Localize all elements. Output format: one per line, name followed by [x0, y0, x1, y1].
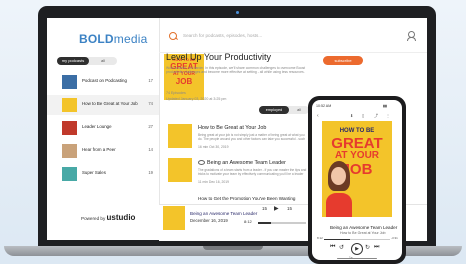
back-icon[interactable]: ‹	[317, 113, 319, 119]
episode-title[interactable]: Being an Awesome Team Leader	[198, 160, 286, 166]
user-icon[interactable]	[407, 31, 416, 41]
podcast-title: Level Up Your Productivity	[166, 52, 272, 62]
sidebar-item-count: 74	[148, 101, 153, 106]
phone-play-button[interactable]: ▶	[351, 243, 363, 255]
player-progress[interactable]	[258, 222, 306, 224]
tab-my-podcasts[interactable]: my podcasts	[57, 57, 89, 65]
episode-title[interactable]: How to Be Great at Your Job	[198, 125, 266, 131]
brand-logo[interactable]: BOLDmedia	[79, 32, 147, 46]
sidebar: BOLDmedia my podcasts all Podcast on Pod…	[47, 18, 160, 240]
sidebar-item-count: 27	[148, 124, 153, 129]
episode-description: Being great at your job is not simply ju…	[198, 133, 306, 142]
podcast-thumbnail	[62, 75, 77, 89]
play-button[interactable]: ▶	[274, 205, 279, 212]
sidebar-item-count: 17	[148, 78, 153, 83]
phone-progress[interactable]	[324, 239, 390, 241]
player-progress-fill	[258, 222, 272, 224]
more-icon[interactable]: ⋮	[386, 113, 390, 118]
phone-time-start: 8:12	[317, 236, 323, 240]
sidebar-item-how-to-be-great[interactable]: How to Be Great at Your Job 74	[47, 95, 159, 115]
sidebar-item-label: Podcast on Podcasting	[82, 78, 127, 83]
player-thumbnail	[163, 206, 185, 230]
podcast-thumbnail	[62, 144, 77, 158]
episode-thumbnail	[168, 158, 192, 182]
phone-rewind-icon[interactable]: ↺	[339, 244, 344, 251]
skip-back-button[interactable]: 15	[262, 206, 267, 211]
eye-icon	[198, 160, 205, 166]
sidebar-item-hear-from-a-peer[interactable]: Hear from a Peer 14	[47, 141, 159, 161]
phone-progress-fill	[324, 239, 351, 241]
updated-date: Updated January 03, 2020 at 3:25 pm	[166, 97, 227, 101]
podcast-description: Work smarter, not harder. In this episod…	[166, 66, 306, 75]
podcast-thumbnail	[62, 98, 77, 112]
subscribe-button[interactable]: subscribe	[323, 56, 363, 65]
share-icon[interactable]: ⤴	[374, 113, 378, 119]
sidebar-item-leader-lounge[interactable]: Leader Lounge 27	[47, 118, 159, 138]
bookmark-icon[interactable]: ▯	[362, 113, 364, 118]
phone-prev-icon[interactable]: ⏮	[330, 244, 335, 251]
powered-by: Powered by ustudio	[81, 213, 136, 222]
episode-meta: 16 min Oct 30, 2019	[198, 145, 229, 149]
player-date: December 16, 2019	[190, 218, 228, 223]
sidebar-item-label: Leader Lounge	[82, 124, 112, 129]
elapsed-time: 8:12	[244, 219, 252, 224]
download-icon[interactable]: ⬇	[350, 113, 353, 118]
search-icon[interactable]	[169, 32, 177, 40]
phone-next-icon[interactable]: ⏭	[374, 244, 379, 251]
sidebar-item-podcast-on-podcasting[interactable]: Podcast on Podcasting 17	[47, 72, 159, 92]
episode-thumbnail	[168, 124, 192, 148]
phone-status-time: 10:52 AM	[316, 104, 332, 108]
phone-podcast-name: How to Be Great at Your Job	[340, 231, 386, 235]
tab-all[interactable]: all	[91, 57, 115, 65]
search-input[interactable]: Search for podcasts, episodes, hosts...	[183, 33, 262, 38]
episode-description: The gradations of a team starts from a l…	[198, 168, 307, 177]
phone-time-end: -3:31	[391, 236, 398, 240]
episode-meta: 11 min Dec 16, 2019	[198, 180, 230, 184]
player-title: Being an Awesome Team Leader	[190, 211, 258, 216]
sidebar-item-label: Hear from a Peer	[82, 147, 116, 152]
episode-count: 74 Episodes	[166, 91, 186, 95]
sidebar-item-label: How to Be Great at Your Job	[82, 101, 138, 106]
top-bar: Search for podcasts, episodes, hosts...	[159, 18, 427, 53]
phone-cover-art: HOW TO BE GREAT AT YOUR JOB	[322, 121, 392, 217]
laptop-notch	[203, 246, 263, 250]
ustudio-logo: ustudio	[106, 213, 136, 222]
skip-forward-button[interactable]: 15	[287, 206, 292, 211]
podcast-thumbnail	[62, 167, 77, 181]
sidebar-item-count: 19	[148, 170, 153, 175]
podcast-filter-tabs: my podcasts all	[57, 57, 117, 65]
phone-episode-title: Being an Awesome Team Leader	[330, 225, 398, 230]
tab-employed[interactable]: employed	[259, 106, 289, 114]
tab-all-episodes[interactable]: all	[291, 106, 307, 114]
sidebar-item-count: 14	[148, 147, 153, 152]
podcast-thumbnail	[62, 121, 77, 135]
phone-forward-icon[interactable]: ↻	[365, 244, 370, 251]
phone-signal-icon: ▮▮	[383, 104, 387, 108]
episode-filter-tabs: employed all	[259, 106, 309, 114]
episode-title[interactable]: How to Get the Promotion You've Been Wan…	[198, 196, 296, 201]
webcam	[236, 11, 239, 14]
sidebar-item-label: Super Sales	[82, 170, 106, 175]
sidebar-item-super-sales[interactable]: Super Sales 19	[47, 164, 159, 184]
